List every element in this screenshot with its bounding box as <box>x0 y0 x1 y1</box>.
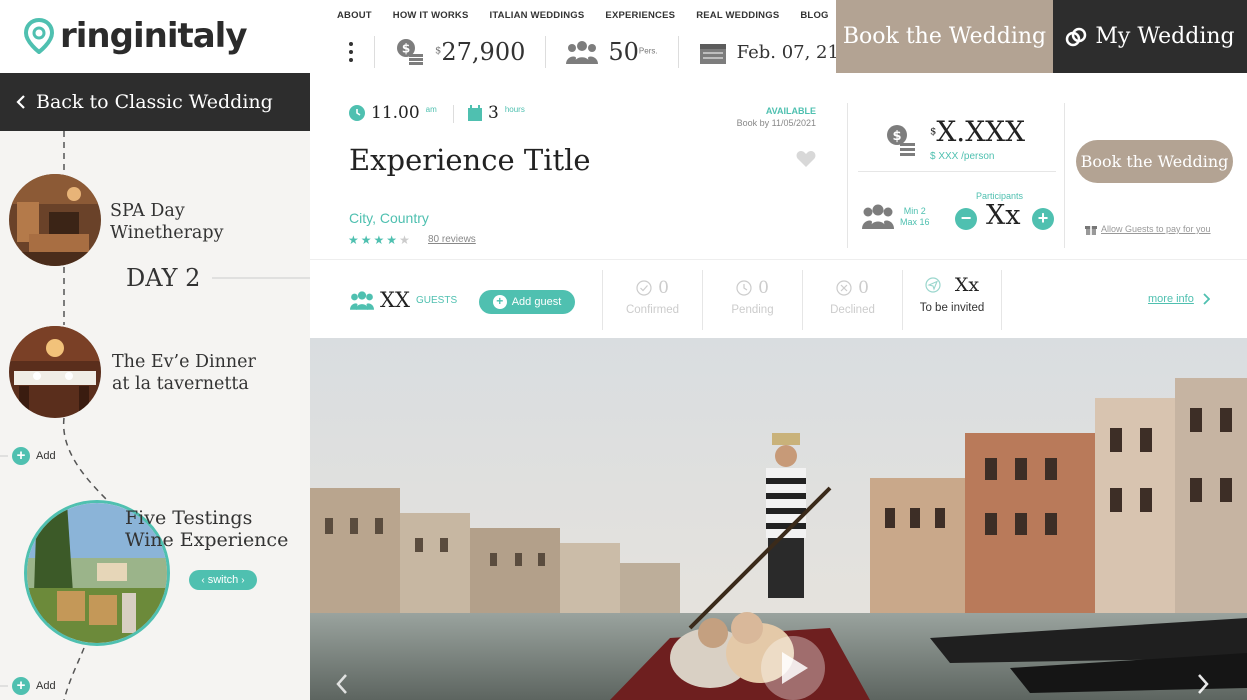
to-be-invited-count: Xx To be invited <box>902 270 1002 330</box>
add-guest-button[interactable]: + Add guest <box>479 290 575 314</box>
wedding-summary: $ $27,900 50Pers. Feb. 07, 21 <box>340 33 859 71</box>
my-wedding-label: My Wedding <box>1095 24 1235 49</box>
rating-stars: ★ ★ ★ ★ ★ <box>348 233 410 247</box>
check-circle-icon <box>636 280 652 296</box>
pin-ring-icon <box>24 18 54 54</box>
plus-icon: + <box>492 295 507 309</box>
logo[interactable]: ringinitaly <box>24 16 247 56</box>
experience-price: $X.XXX <box>930 115 1026 148</box>
x-circle-icon <box>836 280 852 296</box>
nav-experiences[interactable]: EXPERIENCES <box>605 10 675 21</box>
spa-day-image[interactable] <box>9 174 101 266</box>
add-item-button[interactable]: + Add <box>12 447 56 465</box>
pending-count: 0 Pending <box>702 270 802 330</box>
people-icon <box>566 41 599 64</box>
confirmed-count: 0 Confirmed <box>602 270 702 330</box>
star-icon: ★ <box>348 233 359 247</box>
play-video-button[interactable] <box>760 636 826 700</box>
book-wedding-button[interactable]: Book the Wedding <box>1076 140 1233 183</box>
next-image-button[interactable] <box>1182 663 1222 700</box>
book-wedding-button[interactable]: Book the Wedding <box>836 0 1053 73</box>
experience-title: Experience Title <box>349 143 591 177</box>
wedding-date: Feb. 07, 21 <box>736 41 839 63</box>
experience-hero-image <box>310 338 1247 700</box>
svg-text:$: $ <box>402 42 410 56</box>
itinerary-item-title[interactable]: SPA Day Winetherapy <box>110 200 223 244</box>
star-icon: ★ <box>386 233 398 247</box>
allow-guests-pay[interactable]: Allow Guests to pay for you <box>1085 223 1211 235</box>
people-value: 50 <box>608 38 639 66</box>
duration: 3 hours <box>468 103 525 123</box>
gift-icon <box>1085 226 1097 235</box>
calendar-icon <box>468 105 482 121</box>
people-unit: Pers. <box>638 46 658 56</box>
budget-value: 27,900 <box>441 38 526 66</box>
itinerary-sidebar: Back to Classic Wedding SPA Day Winether… <box>0 73 310 700</box>
clock-icon <box>349 105 365 121</box>
kebab-menu-icon[interactable] <box>348 41 354 63</box>
price-box: $ $X.XXX $ XXX /person Min 2 Max 16 Part… <box>847 103 1065 248</box>
nav-real-weddings[interactable]: REAL WEDDINGS <box>696 10 779 21</box>
money-icon: $ <box>887 125 915 156</box>
day-label: DAY 2 <box>126 264 201 292</box>
switch-button[interactable]: ‹ switch › <box>189 570 257 590</box>
guest-count: XX <box>380 288 410 312</box>
chevron-right-icon: › <box>241 574 245 586</box>
plus-icon: + <box>12 447 30 465</box>
rings-icon <box>1066 27 1087 46</box>
reviews-link[interactable]: 80 reviews <box>428 234 476 245</box>
decrease-participants-button[interactable]: − <box>955 208 977 230</box>
main-nav: ABOUT HOW IT WORKS ITALIAN WEDDINGS EXPE… <box>337 9 862 21</box>
guests-label: GUESTS <box>416 295 458 306</box>
declined-count: 0 Declined <box>802 270 902 330</box>
add-item-button[interactable]: + Add <box>12 677 56 695</box>
availability-status: AVAILABLE <box>765 106 816 116</box>
chevron-right-icon <box>1203 293 1210 305</box>
my-wedding-button[interactable]: My Wedding <box>1053 0 1247 73</box>
svg-text:$: $ <box>892 129 901 144</box>
experience-panel: 11.00 am 3 hours AVAILABLE Book by 11/05… <box>310 73 1247 338</box>
experience-location: City, Country <box>349 210 429 226</box>
itinerary-item-title[interactable]: Five Testings Wine Experience <box>125 507 288 551</box>
divider <box>453 105 454 123</box>
dinner-image[interactable] <box>9 326 101 418</box>
nav-how-it-works[interactable]: HOW IT WORKS <box>393 10 469 21</box>
clock-icon <box>736 280 752 296</box>
nav-italian-weddings[interactable]: ITALIAN WEDDINGS <box>490 10 585 21</box>
send-icon <box>925 277 941 293</box>
budget-stat: $ $27,900 <box>374 36 545 68</box>
guest-summary: XX GUESTS + Add guest 0 Confirmed 0 Pend… <box>310 259 1247 338</box>
top-header: ringinitaly ABOUT HOW IT WORKS ITALIAN W… <box>0 0 1247 73</box>
itinerary-item-title[interactable]: The Ev’e Dinner at la tavernetta <box>112 351 256 395</box>
star-icon: ★ <box>373 233 385 247</box>
calendar-icon <box>699 44 726 64</box>
start-time: 11.00 am <box>349 103 437 123</box>
money-icon: $ <box>397 39 423 65</box>
guests-stat: 50Pers. <box>545 36 677 68</box>
chevron-left-icon: ‹ <box>201 574 205 586</box>
more-info-link[interactable]: more info <box>1148 293 1210 305</box>
star-icon: ★ <box>399 233 410 247</box>
participants-range: Min 2 Max 16 <box>900 206 930 227</box>
heart-icon[interactable] <box>796 150 816 168</box>
increase-participants-button[interactable]: + <box>1032 208 1054 230</box>
people-icon <box>862 204 894 229</box>
chevron-left-icon <box>16 95 25 109</box>
previous-image-button[interactable] <box>326 663 366 700</box>
divider <box>858 171 1056 172</box>
nav-about[interactable]: ABOUT <box>337 10 372 21</box>
book-by-date: Book by 11/05/2021 <box>736 118 816 128</box>
plus-icon: + <box>12 677 30 695</box>
nav-blog[interactable]: BLOG <box>800 10 828 21</box>
logo-text: ringinitaly <box>60 16 247 56</box>
guests-icon <box>350 291 374 310</box>
star-icon: ★ <box>360 233 372 247</box>
participants-value: Xx <box>986 200 1021 231</box>
more-menu[interactable] <box>340 36 374 68</box>
price-per-person: $ XXX /person <box>930 151 995 162</box>
date-stat: Feb. 07, 21 <box>677 36 859 68</box>
back-to-classic-wedding[interactable]: Back to Classic Wedding <box>0 73 310 131</box>
back-label: Back to Classic Wedding <box>36 91 273 113</box>
